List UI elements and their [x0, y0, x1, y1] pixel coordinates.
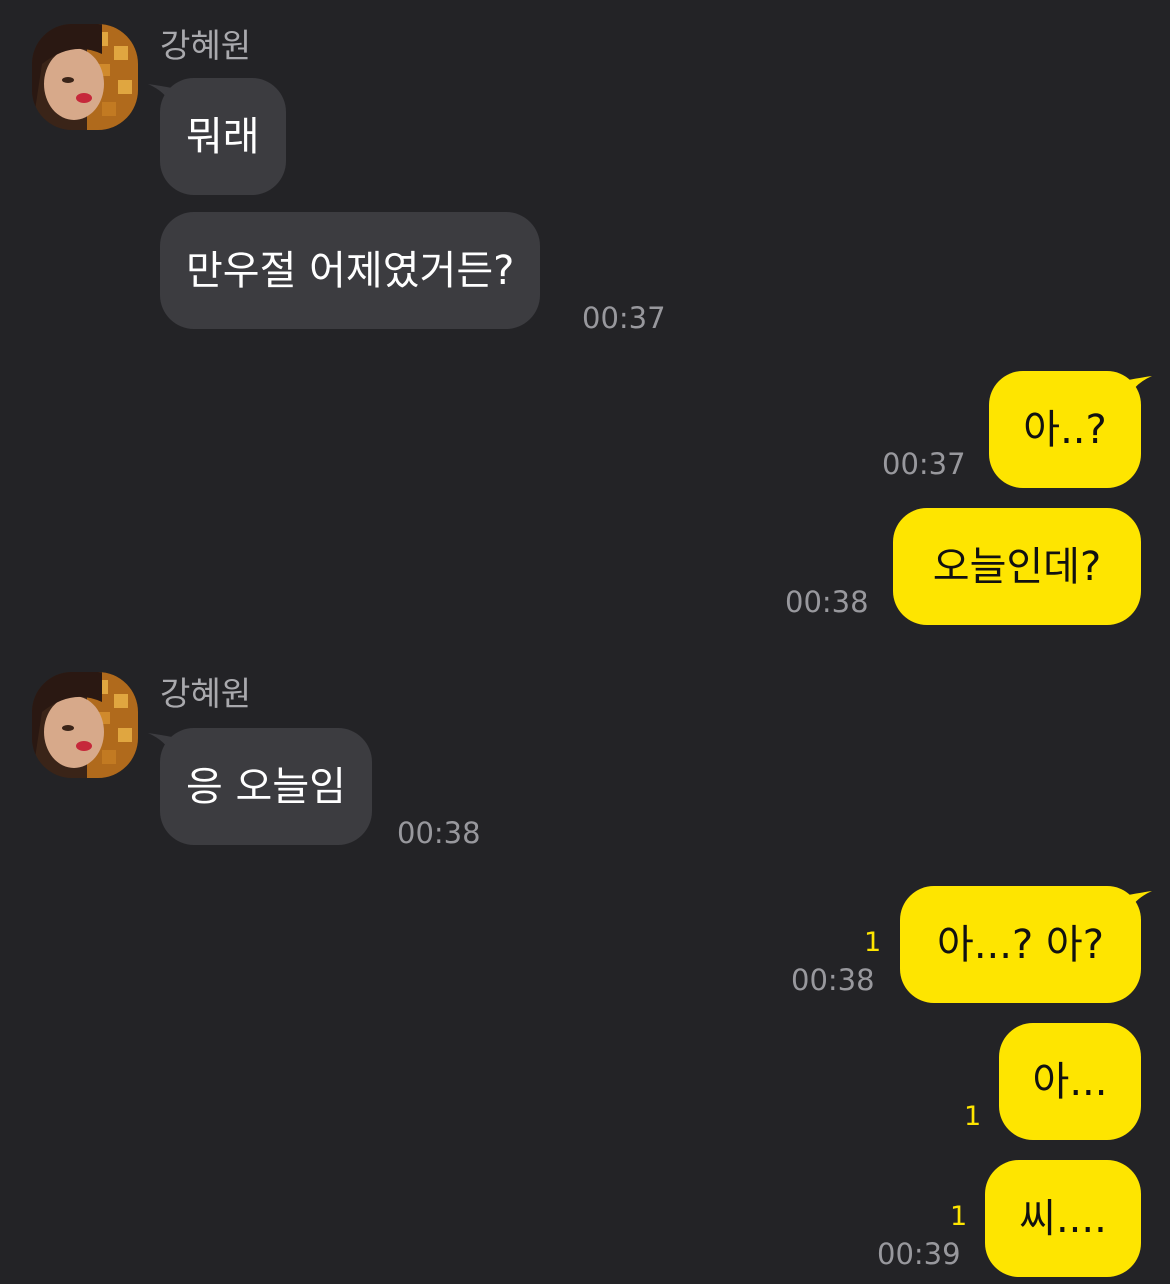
message-text: 뭐래 [186, 113, 260, 160]
unread-count: 1 [964, 1101, 982, 1132]
outgoing-message-bubble[interactable]: 아...? 아? [900, 886, 1141, 1003]
unread-count: 1 [950, 1201, 968, 1232]
message-timestamp: 00:37 [882, 447, 966, 481]
message-timestamp: 00:38 [397, 816, 481, 850]
sender-avatar[interactable] [32, 672, 138, 778]
message-timestamp: 00:39 [877, 1237, 961, 1271]
sender-avatar[interactable] [32, 24, 138, 130]
outgoing-message-bubble[interactable]: 오늘인데? [893, 508, 1141, 625]
incoming-message-bubble[interactable]: 뭐래 [160, 78, 286, 195]
sender-name: 강혜원 [160, 674, 252, 713]
message-timestamp: 00:38 [791, 963, 875, 997]
message-timestamp: 00:37 [582, 301, 666, 335]
message-timestamp: 00:38 [785, 585, 869, 619]
outgoing-message-bubble[interactable]: 아... [999, 1023, 1141, 1140]
chat-screen: 강혜원 뭐래 만우절 어제였거든? 00:37 아..? 00:37 오늘인데?… [0, 0, 1170, 1284]
incoming-message-bubble[interactable]: 만우절 어제였거든? [160, 212, 541, 329]
unread-count: 1 [864, 927, 882, 958]
incoming-message-bubble[interactable]: 응 오늘임 [160, 728, 372, 845]
message-text: 만우절 어제였거든? [186, 247, 515, 294]
message-text: 씨.... [1019, 1195, 1107, 1242]
outgoing-message-bubble[interactable]: 아..? [989, 371, 1141, 488]
outgoing-message-bubble[interactable]: 씨.... [985, 1160, 1141, 1277]
profile-photo-icon [32, 24, 138, 130]
message-text: 아..? [1023, 406, 1107, 453]
message-text: 아...? 아? [937, 921, 1104, 968]
message-text: 응 오늘임 [186, 763, 346, 810]
sender-name: 강혜원 [160, 26, 252, 65]
message-text: 아... [1032, 1058, 1108, 1105]
profile-photo-icon [32, 672, 138, 778]
message-text: 오늘인데? [932, 543, 1102, 590]
